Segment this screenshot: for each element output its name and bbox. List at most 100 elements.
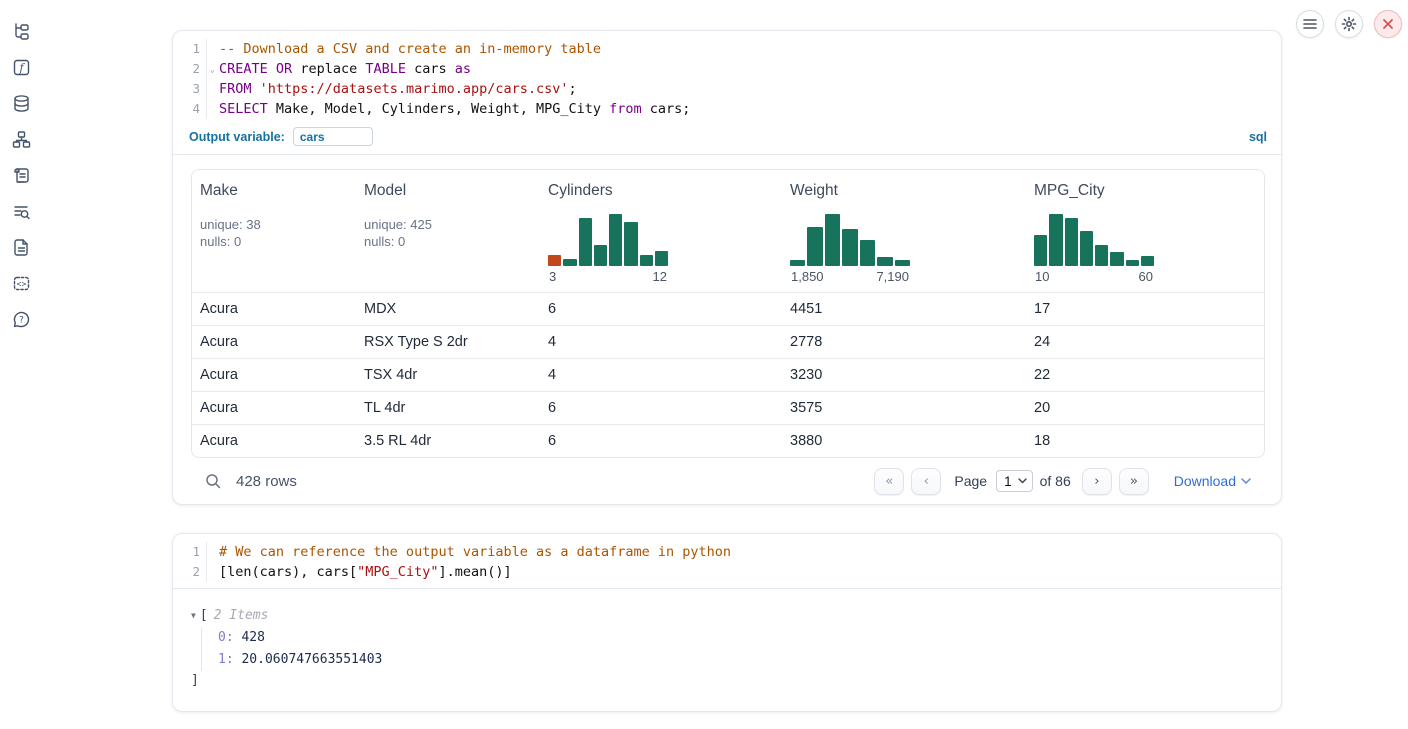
histogram-bar[interactable] <box>807 227 822 266</box>
table-cell[interactable]: 6 <box>540 433 782 449</box>
histogram-bar[interactable] <box>624 222 637 266</box>
next-page-button[interactable]: › <box>1082 468 1112 495</box>
table-cell[interactable]: 6 <box>540 301 782 317</box>
document-icon[interactable] <box>10 236 32 258</box>
histogram-bar[interactable] <box>594 245 607 266</box>
table-cell[interactable]: 20 <box>1026 400 1265 416</box>
table-cell[interactable]: 18 <box>1026 433 1265 449</box>
table-cell[interactable]: 24 <box>1026 334 1265 350</box>
table-cell[interactable]: 2778 <box>782 334 1026 350</box>
column-histogram[interactable]: 1,8507,190 <box>790 214 910 284</box>
table-row[interactable]: AcuraTL 4dr6357520 <box>192 391 1264 424</box>
python-code-editor[interactable]: 1# We can reference the output variable … <box>173 534 1281 589</box>
histogram-bar[interactable] <box>790 260 805 266</box>
prev-page-button[interactable]: ‹ <box>911 468 941 495</box>
histogram-bar[interactable] <box>895 260 910 266</box>
histogram-bar[interactable] <box>1080 231 1093 266</box>
table-cell[interactable]: 4 <box>540 334 782 350</box>
table-cell[interactable]: Acura <box>192 433 356 449</box>
search-list-icon[interactable] <box>10 200 32 222</box>
code-line[interactable]: 2[len(cars), cars["MPG_City"].mean()] <box>173 562 1281 582</box>
histogram-bar[interactable] <box>579 218 592 266</box>
column-header-cylinders[interactable]: Cylinders 312 <box>540 170 782 292</box>
fold-chevron-icon[interactable]: ⌄ <box>210 60 215 80</box>
functions-icon[interactable]: f <box>10 56 32 78</box>
table-row[interactable]: AcuraTSX 4dr4323022 <box>192 358 1264 391</box>
table-row[interactable]: AcuraMDX6445117 <box>192 292 1264 325</box>
output-variable-input[interactable] <box>293 127 373 146</box>
histogram-bar[interactable] <box>877 257 892 266</box>
table-cell[interactable]: Acura <box>192 334 356 350</box>
tree-entry[interactable]: 1: 20.060747663551403 <box>218 649 1263 671</box>
table-cell[interactable]: MDX <box>356 301 540 317</box>
histogram-bar[interactable] <box>860 240 875 266</box>
histogram-bar[interactable] <box>1049 214 1062 266</box>
column-name[interactable]: Weight <box>790 182 1020 200</box>
scroll-logs-icon[interactable] <box>10 164 32 186</box>
histogram-bar[interactable] <box>640 255 653 266</box>
code-line[interactable]: 1-- Download a CSV and create an in-memo… <box>173 39 1281 59</box>
table-cell[interactable]: 6 <box>540 400 782 416</box>
download-button[interactable]: Download <box>1174 473 1251 489</box>
shutdown-close-icon[interactable] <box>1374 10 1402 38</box>
menu-icon[interactable] <box>1296 10 1324 38</box>
table-cell[interactable]: 3.5 RL 4dr <box>356 433 540 449</box>
histogram-bar[interactable] <box>1095 245 1108 266</box>
histogram-bar[interactable] <box>1034 235 1047 266</box>
column-name[interactable]: Cylinders <box>548 182 776 200</box>
histogram-bar[interactable] <box>1065 218 1078 266</box>
snippets-icon[interactable]: <> <box>10 272 32 294</box>
histogram-bar[interactable] <box>548 255 561 266</box>
histogram-bar[interactable] <box>842 229 857 266</box>
column-header-mpg_city[interactable]: MPG_City 1060 <box>1026 170 1265 292</box>
table-cell[interactable]: Acura <box>192 400 356 416</box>
column-histogram[interactable]: 312 <box>548 214 668 284</box>
table-cell[interactable]: 17 <box>1026 301 1265 317</box>
table-cell[interactable]: RSX Type S 2dr <box>356 334 540 350</box>
column-header-weight[interactable]: Weight 1,8507,190 <box>782 170 1026 292</box>
table-cell[interactable]: 4 <box>540 367 782 383</box>
table-cell[interactable]: 4451 <box>782 301 1026 317</box>
histogram-bar[interactable] <box>1141 256 1154 266</box>
file-tree-icon[interactable] <box>10 20 32 42</box>
histogram-bar[interactable] <box>1126 260 1139 266</box>
dependency-graph-icon[interactable] <box>10 128 32 150</box>
table-cell[interactable]: Acura <box>192 301 356 317</box>
tree-entry[interactable]: 0: 428 <box>218 627 1263 649</box>
table-cell[interactable]: 3575 <box>782 400 1026 416</box>
last-page-button[interactable]: » <box>1119 468 1149 495</box>
column-name[interactable]: MPG_City <box>1034 182 1260 200</box>
page-select[interactable]: 1 <box>996 470 1033 492</box>
column-name[interactable]: Model <box>364 182 534 200</box>
code-line[interactable]: 4SELECT Make, Model, Cylinders, Weight, … <box>173 99 1281 119</box>
column-histogram[interactable]: 1060 <box>1034 214 1154 284</box>
histogram-bar[interactable] <box>563 259 576 266</box>
histogram-bar[interactable] <box>609 214 622 266</box>
table-cell[interactable]: TL 4dr <box>356 400 540 416</box>
table-cell[interactable]: 22 <box>1026 367 1265 383</box>
help-icon[interactable]: ? <box>10 308 32 330</box>
table-row[interactable]: AcuraRSX Type S 2dr4277824 <box>192 325 1264 358</box>
tree-entry-key: 0: <box>218 630 234 645</box>
histogram-bar[interactable] <box>655 251 668 266</box>
code-line[interactable]: 3FROM 'https://datasets.marimo.app/cars.… <box>173 79 1281 99</box>
database-icon[interactable] <box>10 92 32 114</box>
table-cell[interactable]: 3880 <box>782 433 1026 449</box>
code-line[interactable]: 2⌄CREATE OR replace TABLE cars as <box>173 59 1281 79</box>
histogram-bar[interactable] <box>1110 252 1123 266</box>
table-cell[interactable]: TSX 4dr <box>356 367 540 383</box>
code-line[interactable]: 1# We can reference the output variable … <box>173 542 1281 562</box>
code-text: [len(cars), cars["MPG_City"].mean()] <box>207 562 512 582</box>
table-cell[interactable]: 3230 <box>782 367 1026 383</box>
column-header-make[interactable]: Makeunique: 38nulls: 0 <box>192 170 356 292</box>
sql-code-editor[interactable]: 1-- Download a CSV and create an in-memo… <box>173 31 1281 125</box>
table-row[interactable]: Acura3.5 RL 4dr6388018 <box>192 424 1264 457</box>
settings-gear-icon[interactable] <box>1335 10 1363 38</box>
search-icon[interactable] <box>205 473 222 490</box>
tree-collapse-icon[interactable]: ▼ <box>191 611 196 620</box>
column-name[interactable]: Make <box>200 182 350 200</box>
column-header-model[interactable]: Modelunique: 425nulls: 0 <box>356 170 540 292</box>
histogram-bar[interactable] <box>825 214 840 266</box>
table-cell[interactable]: Acura <box>192 367 356 383</box>
first-page-button[interactable]: « <box>874 468 904 495</box>
